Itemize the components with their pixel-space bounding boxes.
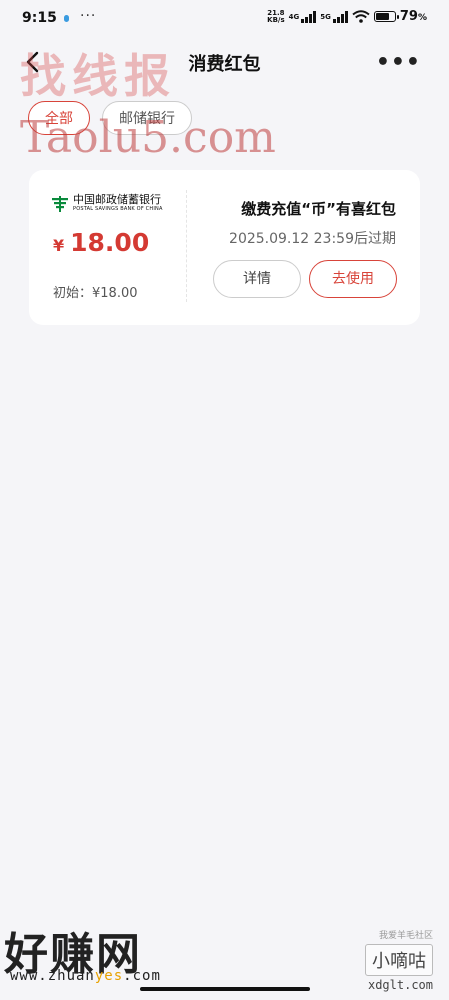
watermark-top-cn: 找线报 xyxy=(20,49,176,103)
watermark-right-url: xdglt.com xyxy=(367,978,433,992)
watermark-bottom-url: www.zhuanyes.com xyxy=(10,968,161,984)
bank-name-cn: 中国邮政储蓄银行 xyxy=(73,193,161,206)
watermark-top-en: Taolu5.com xyxy=(20,112,276,163)
signal-icon-2 xyxy=(332,10,348,23)
detail-button[interactable]: 详情 xyxy=(213,260,301,298)
coupon-card: 中国邮政储蓄银行 POSTAL SAVINGS BANK OF CHINA ¥1… xyxy=(29,170,420,325)
network-type-5g: 5G xyxy=(320,12,331,21)
more-menu-icon[interactable]: ••• xyxy=(376,50,421,75)
signal-icon xyxy=(301,10,317,23)
initial-amount: 初始：¥18.00 xyxy=(53,286,138,301)
bank-name-en: POSTAL SAVINGS BANK OF CHINA xyxy=(73,206,163,212)
watermark-right-badge: 小嘀咕 xyxy=(365,944,433,976)
status-time: 9:15 xyxy=(22,10,57,26)
use-button[interactable]: 去使用 xyxy=(309,260,397,298)
watermark-right-small: 我爱羊毛社区 xyxy=(378,931,433,941)
notification-dot-icon xyxy=(64,15,69,22)
bank-logo: 中国邮政储蓄银行 POSTAL SAVINGS BANK OF CHINA xyxy=(51,194,163,213)
wifi-icon xyxy=(352,10,370,23)
battery-percent: 79% xyxy=(399,9,427,24)
coupon-expiry: 2025.09.12 23:59后过期 xyxy=(229,231,396,247)
postal-bank-logo-icon xyxy=(52,195,68,212)
status-bar: 9:15 ··· 21.8 KB/s 4G 5G 79% xyxy=(0,0,449,36)
coupon-name: 缴费充值“币”有喜红包 xyxy=(241,200,396,218)
status-right: 21.8 KB/s 4G 5G 79% xyxy=(267,9,427,24)
amount-value: 18.00 xyxy=(70,228,150,257)
more-notifications-icon: ··· xyxy=(80,8,97,24)
network-speed: 21.8 KB/s xyxy=(267,8,285,24)
battery-icon xyxy=(373,11,399,22)
home-indicator[interactable] xyxy=(140,987,310,991)
coupon-amount: ¥18.00 xyxy=(53,228,149,257)
network-type-4g: 4G xyxy=(288,12,300,21)
currency-symbol: ¥ xyxy=(53,236,65,255)
card-divider xyxy=(186,190,187,302)
